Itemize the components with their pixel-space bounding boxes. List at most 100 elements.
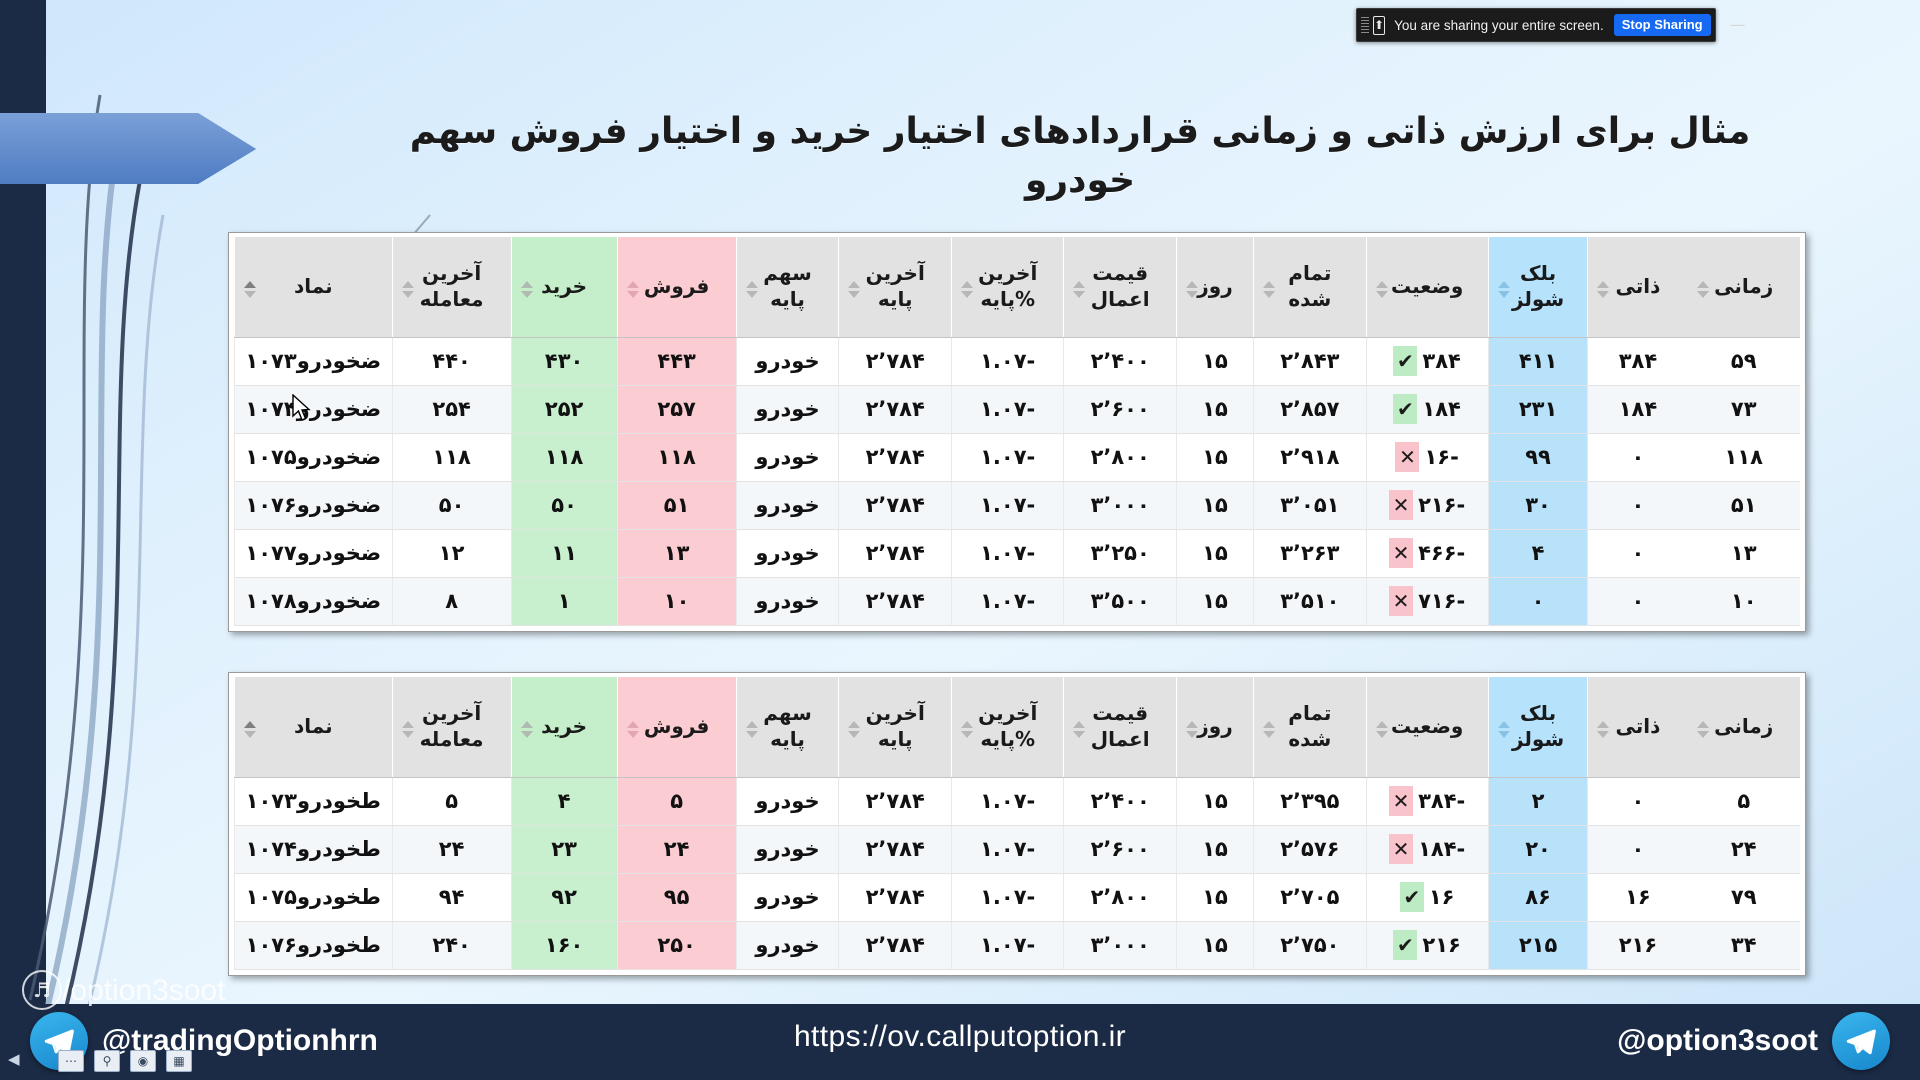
sort-arrows-icon[interactable]: [1263, 281, 1276, 299]
table-row[interactable]: ۱۳ ۰ ۴ -۴۶۶ ✕ ۳٬۲۶۳ ۱۵ ۳٬۲۵۰ -۱.۰۷ ۲٬۷۸۴ خودرو ۱۳ ۱۱…: [234, 529, 1800, 578]
table-row[interactable]: ۱۱۸ ۰ ۹۹ -۱۶ ✕ ۲٬۹۱۸ ۱۵ ۲٬۸۰۰ -۱.۰۷ ۲٬۷۸۴ خودرو ۱۱۸…: [234, 433, 1800, 482]
column-header-10[interactable]: فروش: [616, 237, 737, 338]
column-header-0[interactable]: زمانی: [1687, 677, 1800, 778]
table-row[interactable]: ۳۴ ۲۱۶ ۲۱۵ ۲۱۶ ✔ ۲٬۷۵۰ ۱۵ ۳٬۰۰۰ -۱.۰۷ ۲٬۷۸۴ خودرو ۲…: [234, 921, 1800, 970]
sort-arrows-icon[interactable]: [1696, 281, 1710, 299]
sort-arrows-icon[interactable]: [1497, 281, 1511, 299]
breakeven-cell: ۲٬۷۵۰: [1253, 921, 1367, 970]
base-last-price-cell: ۲٬۷۸۴: [838, 385, 952, 434]
telegram-icon: [1832, 1012, 1890, 1070]
sort-arrows-icon[interactable]: [244, 721, 257, 739]
column-header-1[interactable]: ذاتی: [1587, 677, 1688, 778]
sort-arrows-icon[interactable]: [1375, 281, 1389, 299]
table-row[interactable]: ۷۳ ۱۸۴ ۲۳۱ ۱۸۴ ✔ ۲٬۸۵۷ ۱۵ ۲٬۶۰۰ -۱.۰۷ ۲٬۷۸۴ خودرو ۲…: [234, 385, 1800, 434]
column-header-8[interactable]: آخرین پایه: [838, 677, 952, 778]
sort-arrows-icon[interactable]: [520, 281, 534, 299]
sort-arrows-icon[interactable]: [1185, 721, 1199, 739]
sort-arrows-icon[interactable]: [1073, 281, 1086, 299]
column-header-9[interactable]: سهم پایه: [735, 677, 839, 778]
sort-arrows-icon[interactable]: [1696, 721, 1710, 739]
column-header-13[interactable]: نماد: [234, 237, 393, 338]
column-header-2[interactable]: بلک شولز: [1487, 677, 1588, 778]
sort-arrows-icon[interactable]: [520, 721, 534, 739]
column-header-8[interactable]: آخرین پایه: [838, 237, 952, 338]
column-header-7[interactable]: آخرین %پایه: [950, 237, 1064, 338]
column-header-6[interactable]: قیمت اعمال: [1063, 237, 1177, 338]
sort-arrows-icon[interactable]: [401, 281, 415, 299]
sort-arrows-icon[interactable]: [960, 281, 974, 299]
sort-arrows-icon[interactable]: [401, 721, 415, 739]
black-scholes-cell: ۲۱۵: [1487, 921, 1588, 970]
sort-arrows-icon[interactable]: [745, 721, 759, 739]
sort-arrows-icon[interactable]: [626, 281, 640, 299]
sort-arrows-icon[interactable]: [848, 281, 861, 299]
drag-grip-icon[interactable]: [1357, 9, 1369, 41]
table-header-row: زمانی ذاتی بلک شولز وضعیت تمام شده روز قیمت اعمال…: [234, 237, 1800, 338]
status-value: -۱۸۴: [1418, 837, 1466, 861]
column-header-9[interactable]: سهم پایه: [735, 237, 839, 338]
camera-icon[interactable]: ◉: [130, 1050, 156, 1072]
watermark-text: /option3soot: [62, 974, 226, 1007]
sort-arrows-icon[interactable]: [960, 721, 974, 739]
black-scholes-cell: ۴: [1487, 529, 1588, 578]
more-options-icon[interactable]: ⋯: [58, 1050, 84, 1072]
column-header-12[interactable]: آخرین معامله: [391, 677, 512, 778]
strike-price-cell: ۳٬۲۵۰: [1063, 529, 1177, 578]
days-cell: ۱۵: [1175, 337, 1254, 386]
status-cell: ۱۶ ✔: [1365, 873, 1489, 922]
screen-share-bar[interactable]: ⬆ You are sharing your entire screen. St…: [1356, 8, 1746, 42]
base-last-price-cell: ۲٬۷۸۴: [838, 433, 952, 482]
search-icon[interactable]: ⚲: [94, 1050, 120, 1072]
stop-sharing-button[interactable]: Stop Sharing: [1613, 14, 1711, 36]
sort-arrows-icon[interactable]: [244, 281, 257, 299]
sort-arrows-icon[interactable]: [1263, 721, 1276, 739]
column-header-6[interactable]: قیمت اعمال: [1063, 677, 1177, 778]
sort-arrows-icon[interactable]: [1073, 721, 1086, 739]
time-value-cell: ۵۱: [1687, 481, 1800, 530]
column-header-2[interactable]: بلک شولز: [1487, 237, 1588, 338]
table-row[interactable]: ۷۹ ۱۶ ۸۶ ۱۶ ✔ ۲٬۷۰۵ ۱۵ ۲٬۸۰۰ -۱.۰۷ ۲٬۷۸۴ خودرو ۹۵ ۹۲…: [234, 873, 1800, 922]
table-row[interactable]: ۵ ۰ ۲ -۳۸۴ ✕ ۲٬۳۹۵ ۱۵ ۲٬۴۰۰ -۱.۰۷ ۲٬۷۸۴ خودرو ۵ ۴ ۵ طخ…: [234, 777, 1800, 826]
breakeven-cell: ۳٬۲۶۳: [1253, 529, 1367, 578]
table-row[interactable]: ۱۰ ۰ ۰ -۷۱۶ ✕ ۳٬۵۱۰ ۱۵ ۳٬۵۰۰ -۱.۰۷ ۲٬۷۸۴ خودرو ۱۰ ۱ ۸…: [234, 577, 1800, 626]
sort-arrows-icon[interactable]: [1597, 281, 1610, 299]
sort-arrows-icon[interactable]: [848, 721, 861, 739]
column-header-11[interactable]: خرید: [510, 677, 618, 778]
column-header-3[interactable]: وضعیت: [1365, 677, 1489, 778]
table-row[interactable]: ۵۱ ۰ ۳۰ -۲۱۶ ✕ ۳٬۰۵۱ ۱۵ ۳٬۰۰۰ -۱.۰۷ ۲٬۷۸۴ خودرو ۵۱ ۵…: [234, 481, 1800, 530]
sort-arrows-icon[interactable]: [626, 721, 640, 739]
sort-arrows-icon[interactable]: [745, 281, 759, 299]
sort-arrows-icon[interactable]: [1185, 281, 1199, 299]
column-header-3[interactable]: وضعیت: [1365, 237, 1489, 338]
minimize-button[interactable]: —: [1730, 17, 1746, 33]
status-value: ۱۸۴: [1422, 397, 1461, 421]
column-header-10[interactable]: فروش: [616, 677, 737, 778]
column-header-4[interactable]: تمام شده: [1253, 677, 1367, 778]
column-header-5[interactable]: روز: [1175, 237, 1254, 338]
breakeven-cell: ۳٬۰۵۱: [1253, 481, 1367, 530]
column-header-0[interactable]: زمانی: [1687, 237, 1800, 338]
column-header-5[interactable]: روز: [1175, 677, 1254, 778]
column-header-7[interactable]: آخرین %پایه: [950, 677, 1064, 778]
days-cell: ۱۵: [1175, 433, 1254, 482]
column-header-4[interactable]: تمام شده: [1253, 237, 1367, 338]
column-header-12[interactable]: آخرین معامله: [391, 237, 512, 338]
column-header-13[interactable]: نماد: [234, 677, 393, 778]
column-header-11[interactable]: خرید: [510, 237, 618, 338]
put-options-table: زمانی ذاتی بلک شولز وضعیت تمام شده روز قیمت اعمال…: [234, 677, 1800, 970]
table-row[interactable]: ۲۴ ۰ ۲۰ -۱۸۴ ✕ ۲٬۵۷۶ ۱۵ ۲٬۶۰۰ -۱.۰۷ ۲٬۷۸۴ خودرو ۲۴ ۲…: [234, 825, 1800, 874]
table-row[interactable]: ۵۹ ۳۸۴ ۴۱۱ ۳۸۴ ✔ ۲٬۸۴۳ ۱۵ ۲٬۴۰۰ -۱.۰۷ ۲٬۷۸۴ خودرو ۴…: [234, 337, 1800, 386]
column-header-1[interactable]: ذاتی: [1587, 237, 1688, 338]
time-value-cell: ۵: [1687, 777, 1800, 826]
sort-arrows-icon[interactable]: [1597, 721, 1610, 739]
telegram-right[interactable]: @option3soot: [1617, 1012, 1890, 1070]
base-change-pct-cell: -۱.۰۷: [950, 385, 1064, 434]
sort-arrows-icon[interactable]: [1497, 721, 1511, 739]
scroll-left-icon[interactable]: ◀: [8, 1050, 20, 1068]
window-icon[interactable]: ▦: [166, 1050, 192, 1072]
sort-arrows-icon[interactable]: [1375, 721, 1389, 739]
option-symbol-cell: ضخودرو۱۰۷۶: [234, 481, 393, 530]
status-cell: -۷۱۶ ✕: [1365, 577, 1489, 626]
intrinsic-value-cell: ۰: [1587, 577, 1688, 626]
column-header-label: نماد: [293, 713, 333, 738]
